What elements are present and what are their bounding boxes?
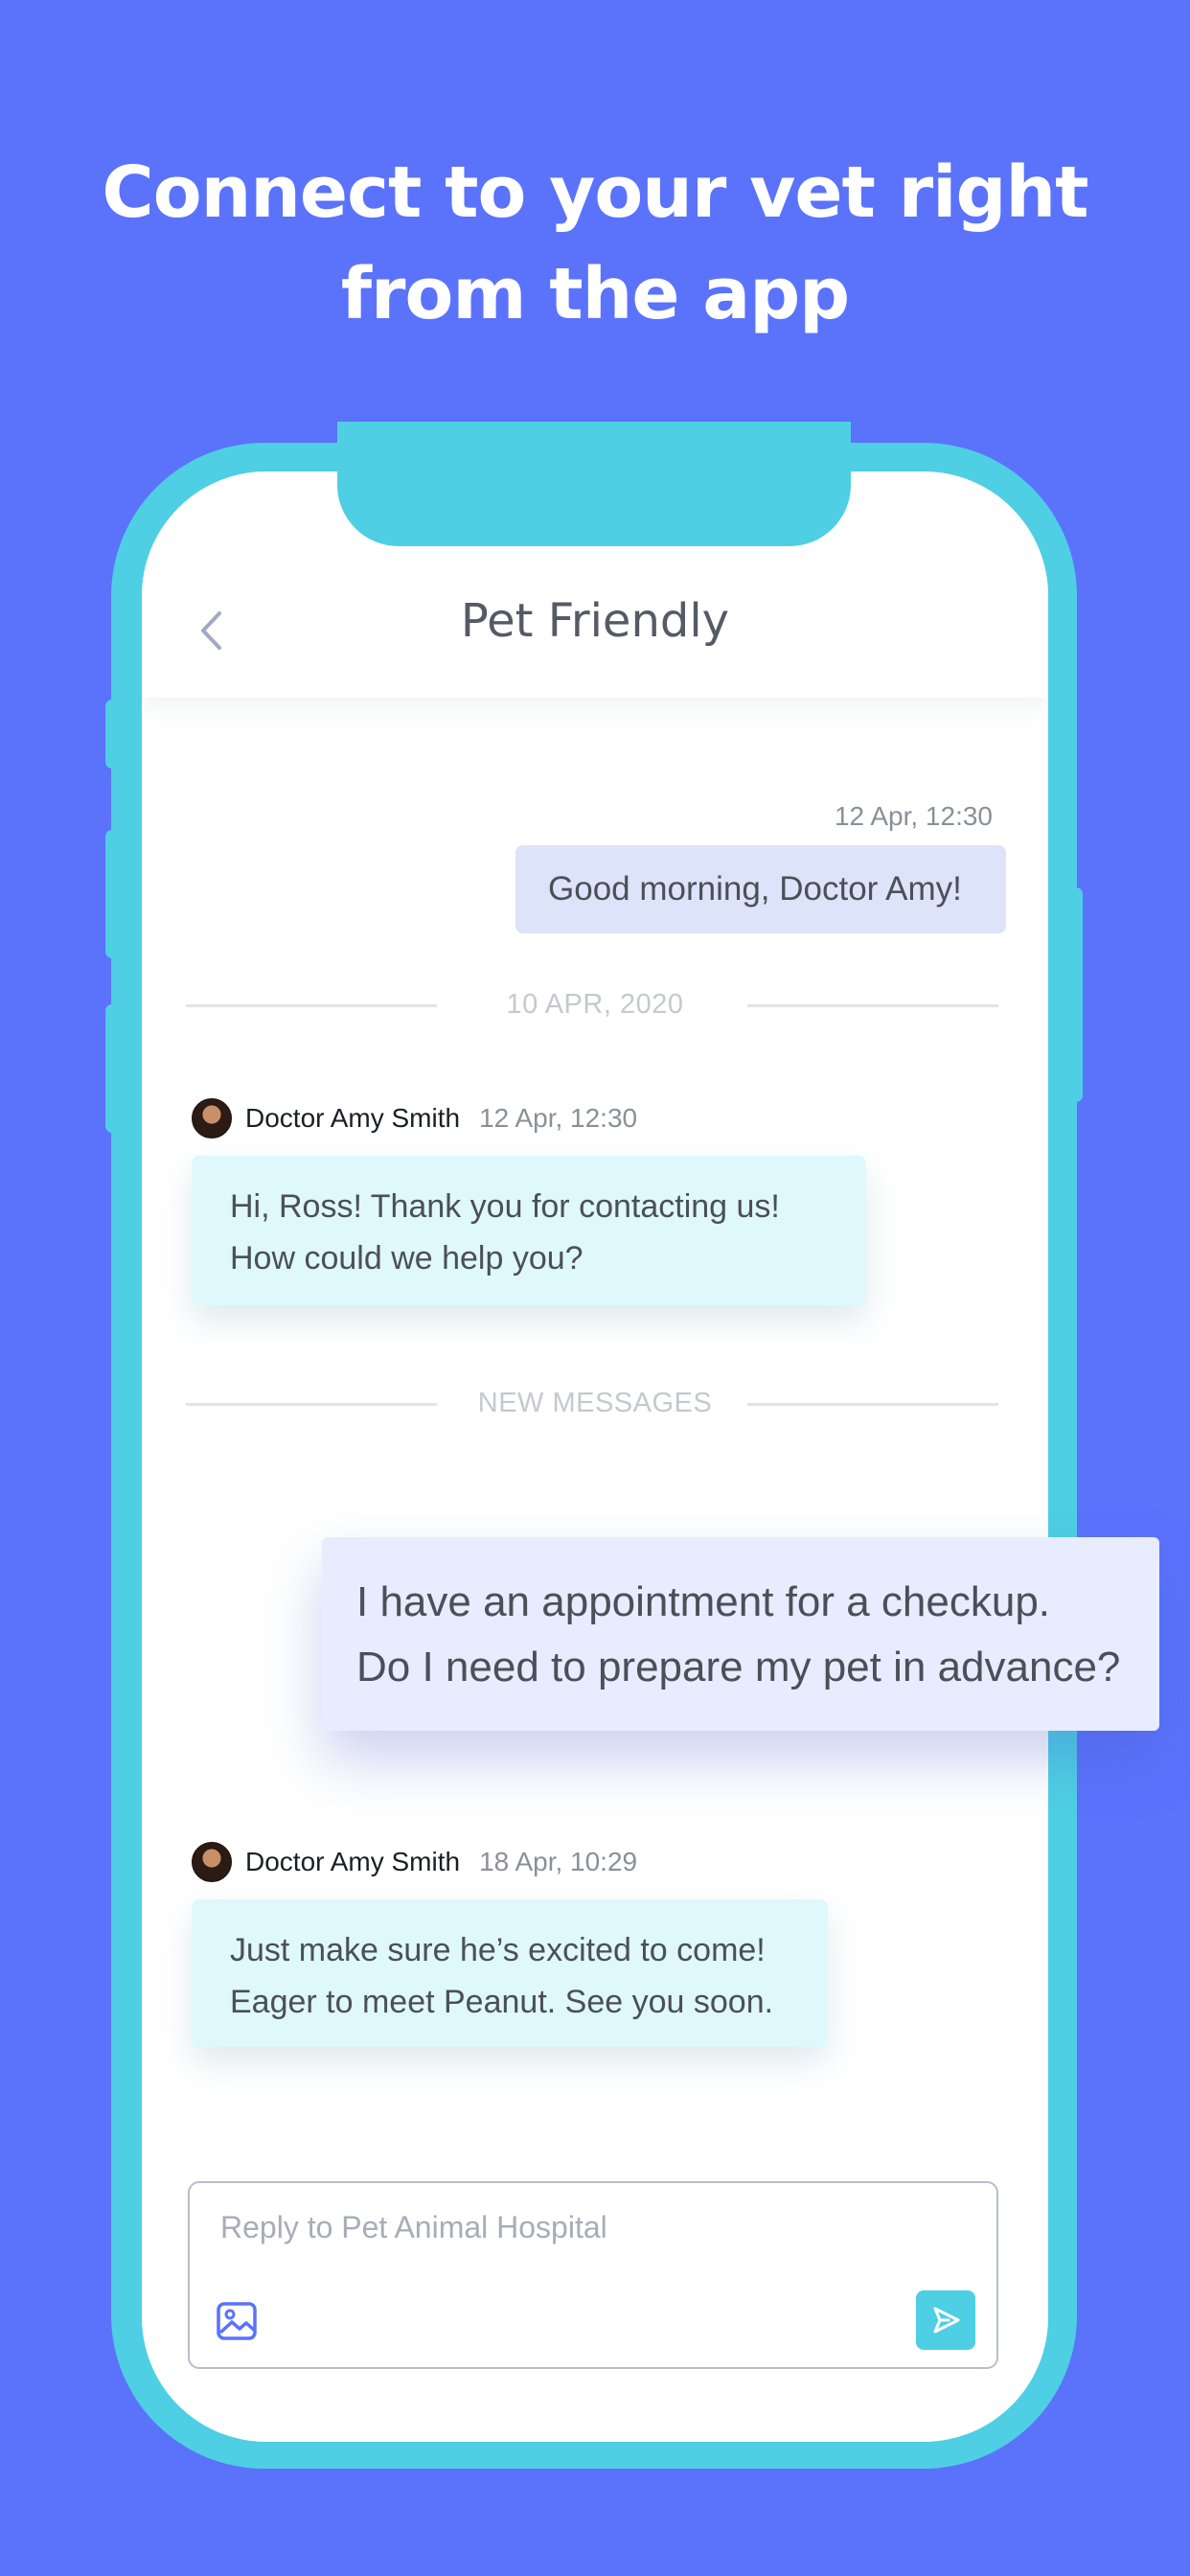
new-messages-separator: NEW MESSAGES [477,1388,713,1418]
send-button[interactable] [916,2290,975,2350]
message-sender: Doctor Amy Smith 12 Apr, 12:30 [192,1098,637,1138]
sender-time: 18 Apr, 10:29 [479,1847,638,1876]
headline: Connect to your vet right from the app [0,142,1190,345]
image-icon[interactable] [215,2298,261,2344]
chat-screen: Pet Friendly 12 Apr, 12:30 Good morning,… [142,472,1048,2442]
message-line: Hi, Ross! Thank you for contacting us! [230,1188,780,1225]
outgoing-message-bubble: Good morning, Doctor Amy! [515,845,1006,933]
avatar [192,1842,232,1882]
incoming-message-bubble: Hi, Ross! Thank you for contacting us! H… [192,1156,866,1305]
date-separator: 10 APR, 2020 [506,989,684,1020]
phone-notch [337,422,851,546]
send-icon [933,2307,960,2334]
sender-time: 12 Apr, 12:30 [479,1103,638,1133]
avatar [192,1098,232,1138]
message-line: Just make sure he’s excited to come! [230,1932,766,1968]
message-line: I have an appointment for a checkup. [356,1578,1051,1625]
message-line: How could we help you? [230,1240,584,1276]
message-sender: Doctor Amy Smith 18 Apr, 10:29 [192,1842,637,1882]
message-line: Do I need to prepare my pet in advance? [356,1644,1121,1690]
reply-input[interactable] [220,2206,949,2248]
outgoing-message-time: 12 Apr, 12:30 [834,801,993,831]
headline-line-2: from the app [340,253,850,335]
highlighted-outgoing-message: I have an appointment for a checkup. Do … [322,1537,1159,1731]
sender-name: Doctor Amy Smith [245,1103,461,1133]
reply-composer [188,2181,998,2369]
message-line: Eager to meet Peanut. See you soon. [230,1984,774,2020]
headline-line-1: Connect to your vet right [102,151,1088,234]
incoming-message-bubble: Just make sure he’s excited to come! Eag… [192,1899,828,2047]
chat-title: Pet Friendly [460,594,730,648]
sender-name: Doctor Amy Smith [245,1847,461,1876]
